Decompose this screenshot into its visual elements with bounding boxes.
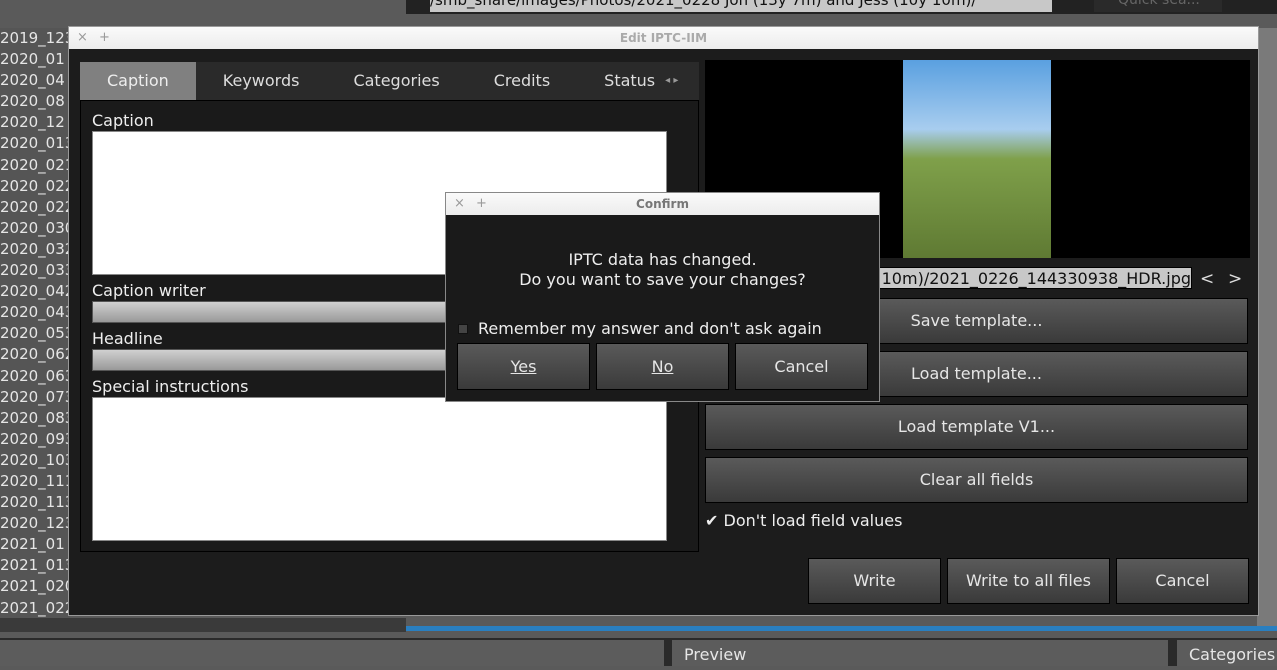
- folder-item[interactable]: 2021_022: [0, 598, 70, 619]
- checkbox-box[interactable]: [458, 323, 468, 334]
- folder-item[interactable]: 2020_021: [0, 155, 70, 176]
- dont-load-label: Don't load field values: [723, 511, 903, 530]
- caption-label: Caption: [92, 111, 154, 130]
- close-icon[interactable]: ×: [77, 27, 88, 49]
- quick-search-input[interactable]: Quick sea...: [1094, 0, 1222, 12]
- prev-image-button[interactable]: <: [1200, 269, 1214, 289]
- dont-load-checkbox[interactable]: ✔ Don't load field values: [705, 511, 902, 530]
- folder-item[interactable]: 2020_062: [0, 344, 70, 365]
- dock-categories-title: Categories: [1189, 645, 1276, 664]
- tab-status[interactable]: Status: [577, 62, 665, 100]
- folder-item[interactable]: 2021_013: [0, 555, 70, 576]
- folder-item[interactable]: 2020_04: [0, 70, 70, 91]
- window-title: Edit IPTC-IIM: [619, 31, 708, 45]
- confirm-titlebar: × + Confirm: [446, 193, 879, 215]
- folder-item[interactable]: 2020_08: [0, 91, 70, 112]
- folder-item[interactable]: 2020_103: [0, 450, 70, 471]
- load-template-v1-button[interactable]: Load template V1...: [705, 404, 1248, 450]
- folder-item[interactable]: 2020_063: [0, 366, 70, 387]
- folder-item[interactable]: 2020_073: [0, 387, 70, 408]
- confirm-cancel-button[interactable]: Cancel: [735, 343, 868, 390]
- folder-item[interactable]: 2020_013: [0, 133, 70, 154]
- thumbnail-strip[interactable]: [1257, 28, 1277, 628]
- pin-icon[interactable]: +: [476, 193, 487, 215]
- special-instructions-textarea[interactable]: [92, 397, 667, 541]
- folder-item[interactable]: 2020_030: [0, 218, 70, 239]
- folder-item[interactable]: 2021_01: [0, 534, 70, 555]
- folder-item[interactable]: 2019_123: [0, 28, 70, 49]
- checkmark-icon: ✔: [705, 511, 719, 530]
- caption-writer-label: Caption writer: [92, 281, 206, 300]
- confirm-message-line2: Do you want to save your changes?: [519, 270, 806, 289]
- folder-item[interactable]: 2020_113: [0, 492, 70, 513]
- next-image-button[interactable]: >: [1228, 269, 1242, 289]
- folder-item[interactable]: 2020_111: [0, 471, 70, 492]
- close-icon[interactable]: ×: [454, 193, 465, 215]
- path-combobox[interactable]: /smb_share/images/Photos/2021_0228 Jon (…: [430, 0, 1052, 12]
- folder-item[interactable]: 2020_042: [0, 281, 70, 302]
- folder-item[interactable]: 2020_083: [0, 408, 70, 429]
- confirm-title: Confirm: [636, 197, 689, 211]
- remember-label: Remember my answer and don't ask again: [478, 319, 822, 338]
- clear-all-fields-button[interactable]: Clear all fields: [705, 457, 1248, 503]
- folder-list[interactable]: 2019_123 2020_01 2020_04 2020_08 2020_12 2020…: [0, 28, 70, 618]
- folder-item[interactable]: 2020_022: [0, 176, 70, 197]
- dock-preview-title: Preview: [684, 645, 747, 664]
- write-to-all-files-button[interactable]: Write to all files: [947, 558, 1110, 604]
- tab-credits[interactable]: Credits: [467, 62, 577, 100]
- write-button[interactable]: Write: [808, 558, 941, 604]
- folder-scrollbar[interactable]: [0, 618, 406, 632]
- dock-preview[interactable]: Preview: [672, 640, 1168, 666]
- folder-item[interactable]: 2020_022: [0, 197, 70, 218]
- photo-thumbnail: [903, 60, 1051, 258]
- folder-item[interactable]: 2020_053: [0, 323, 70, 344]
- confirm-message-line1: IPTC data has changed.: [568, 250, 757, 269]
- folder-item[interactable]: 2020_043: [0, 302, 70, 323]
- tab-keywords[interactable]: Keywords: [196, 62, 327, 100]
- folder-item[interactable]: 2020_01: [0, 49, 70, 70]
- cancel-button[interactable]: Cancel: [1116, 558, 1249, 604]
- headline-label: Headline: [92, 329, 163, 348]
- folder-item[interactable]: 2020_033: [0, 260, 70, 281]
- tab-caption[interactable]: Caption: [80, 62, 196, 100]
- tab-categories[interactable]: Categories: [326, 62, 466, 100]
- dock-left: [0, 640, 664, 666]
- folder-item[interactable]: 2020_123: [0, 513, 70, 534]
- yes-button[interactable]: Yes: [457, 343, 590, 390]
- window-titlebar: × + Edit IPTC-IIM: [69, 27, 1258, 49]
- special-instructions-label: Special instructions: [92, 377, 249, 396]
- dock-categories[interactable]: Categories: [1177, 640, 1277, 666]
- confirm-message: IPTC data has changed. Do you want to sa…: [446, 250, 879, 290]
- tab-bar: Caption Keywords Categories Credits Stat…: [80, 62, 699, 100]
- tab-scroll-arrows-icon[interactable]: ◂ ▸: [665, 62, 678, 100]
- remember-checkbox[interactable]: Remember my answer and don't ask again: [458, 319, 822, 338]
- folder-item[interactable]: 2020_032: [0, 239, 70, 260]
- folder-item[interactable]: 2020_12: [0, 112, 70, 133]
- thumbnail-selection-bar: [406, 626, 1277, 631]
- bottom-docks: Preview Categories: [0, 638, 1277, 666]
- folder-item[interactable]: 2020_093: [0, 429, 70, 450]
- confirm-dialog: × + Confirm IPTC data has changed. Do yo…: [445, 192, 880, 402]
- folder-item[interactable]: 2021_020: [0, 576, 70, 597]
- no-button[interactable]: No: [596, 343, 729, 390]
- pin-icon[interactable]: +: [99, 27, 110, 49]
